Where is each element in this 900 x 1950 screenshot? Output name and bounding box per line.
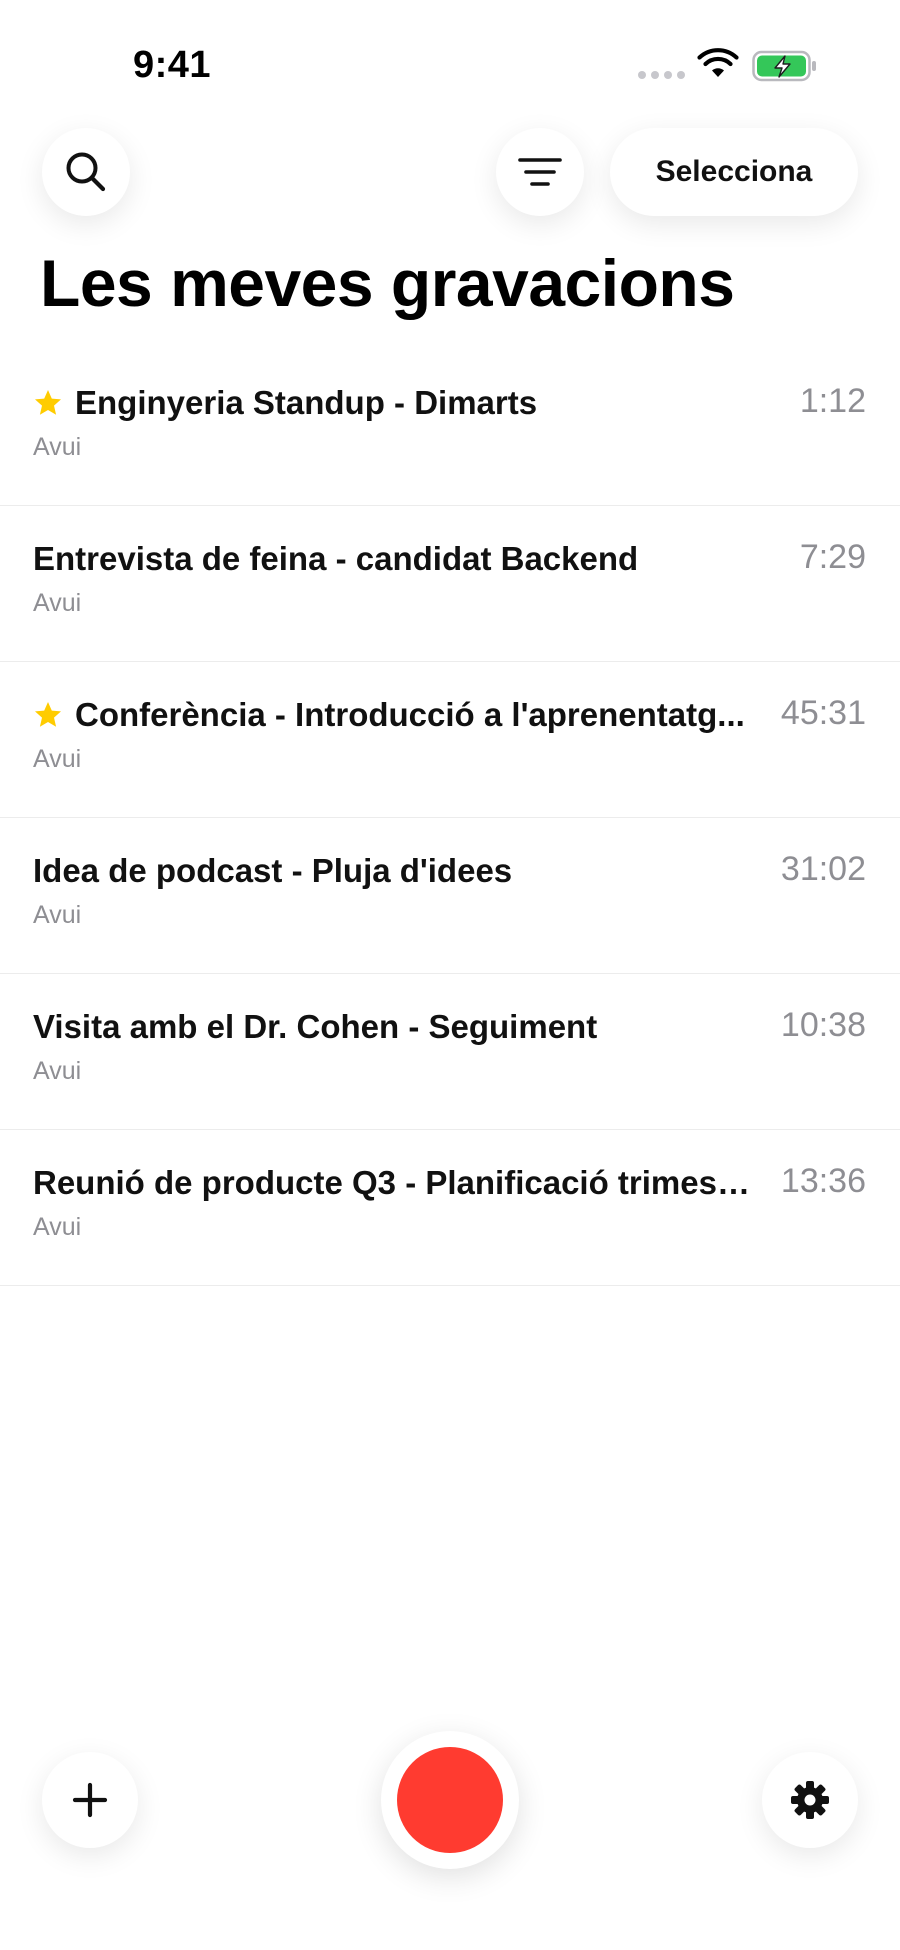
search-icon xyxy=(66,152,106,192)
recording-date: Avui xyxy=(33,901,82,929)
recording-date: Avui xyxy=(33,433,82,461)
recording-title: Idea de podcast - Pluja d'idees xyxy=(33,852,513,889)
search-button[interactable] xyxy=(42,128,130,216)
recording-title: Entrevista de feina - candidat Backend xyxy=(33,540,639,577)
row-title-line: Idea de podcast - Pluja d'idees xyxy=(33,852,753,890)
gear-icon xyxy=(791,1781,829,1819)
plus-icon xyxy=(72,1782,108,1818)
recording-row[interactable]: Visita amb el Dr. Cohen - Seguiment Avui… xyxy=(0,974,900,1130)
row-title-line: Reunió de producte Q3 - Planificació tri… xyxy=(33,1164,753,1202)
row-title-line: Visita amb el Dr. Cohen - Seguiment xyxy=(33,1008,753,1046)
row-title-line: Enginyeria Standup - Dimarts xyxy=(33,384,753,422)
recording-duration: 13:36 xyxy=(780,1162,866,1200)
recording-date: Avui xyxy=(33,745,82,773)
recording-title: Visita amb el Dr. Cohen - Seguiment xyxy=(33,1008,598,1045)
recording-title: Reunió de producte Q3 - Planificació tri… xyxy=(33,1164,753,1201)
recording-date: Avui xyxy=(33,1213,82,1241)
settings-button[interactable] xyxy=(762,1752,858,1848)
add-button[interactable] xyxy=(42,1752,138,1848)
row-title-line: Conferència - Introducció a l'aprenentat… xyxy=(33,696,753,734)
recording-title: Conferència - Introducció a l'aprenentat… xyxy=(75,696,745,733)
recordings-list: Enginyeria Standup - Dimarts Avui 1:12 E… xyxy=(0,350,900,1286)
star-icon xyxy=(35,702,61,727)
star-icon xyxy=(35,390,61,415)
battery-charging-icon xyxy=(752,50,816,82)
recording-duration: 10:38 xyxy=(780,1006,866,1044)
recording-row[interactable]: Enginyeria Standup - Dimarts Avui 1:12 xyxy=(0,350,900,506)
cellular-signal-icon xyxy=(638,71,685,79)
sort-button[interactable] xyxy=(496,128,584,216)
recording-duration: 1:12 xyxy=(799,382,866,420)
sort-icon xyxy=(518,158,562,186)
record-icon xyxy=(397,1747,503,1853)
recording-row[interactable]: Entrevista de feina - candidat Backend A… xyxy=(0,506,900,662)
recording-row[interactable]: Conferència - Introducció a l'aprenentat… xyxy=(0,662,900,818)
row-title-line: Entrevista de feina - candidat Backend xyxy=(33,540,753,578)
page-title: Les meves gravacions xyxy=(40,246,735,320)
recording-title: Enginyeria Standup - Dimarts xyxy=(75,384,538,421)
screen: 9:41 Selecciona Les meves gravacions Eng… xyxy=(0,0,900,1950)
recording-duration: 7:29 xyxy=(799,538,866,576)
recording-duration: 31:02 xyxy=(780,850,866,888)
recording-date: Avui xyxy=(33,1057,82,1085)
recording-duration: 45:31 xyxy=(780,694,866,732)
recording-row[interactable]: Idea de podcast - Pluja d'idees Avui 31:… xyxy=(0,818,900,974)
recording-row[interactable]: Reunió de producte Q3 - Planificació tri… xyxy=(0,1130,900,1286)
record-button[interactable] xyxy=(381,1731,519,1869)
select-button[interactable]: Selecciona xyxy=(610,128,858,216)
recording-date: Avui xyxy=(33,589,82,617)
wifi-icon xyxy=(697,48,739,77)
status-time: 9:41 xyxy=(133,44,212,86)
status-bar: 9:41 xyxy=(0,0,900,110)
